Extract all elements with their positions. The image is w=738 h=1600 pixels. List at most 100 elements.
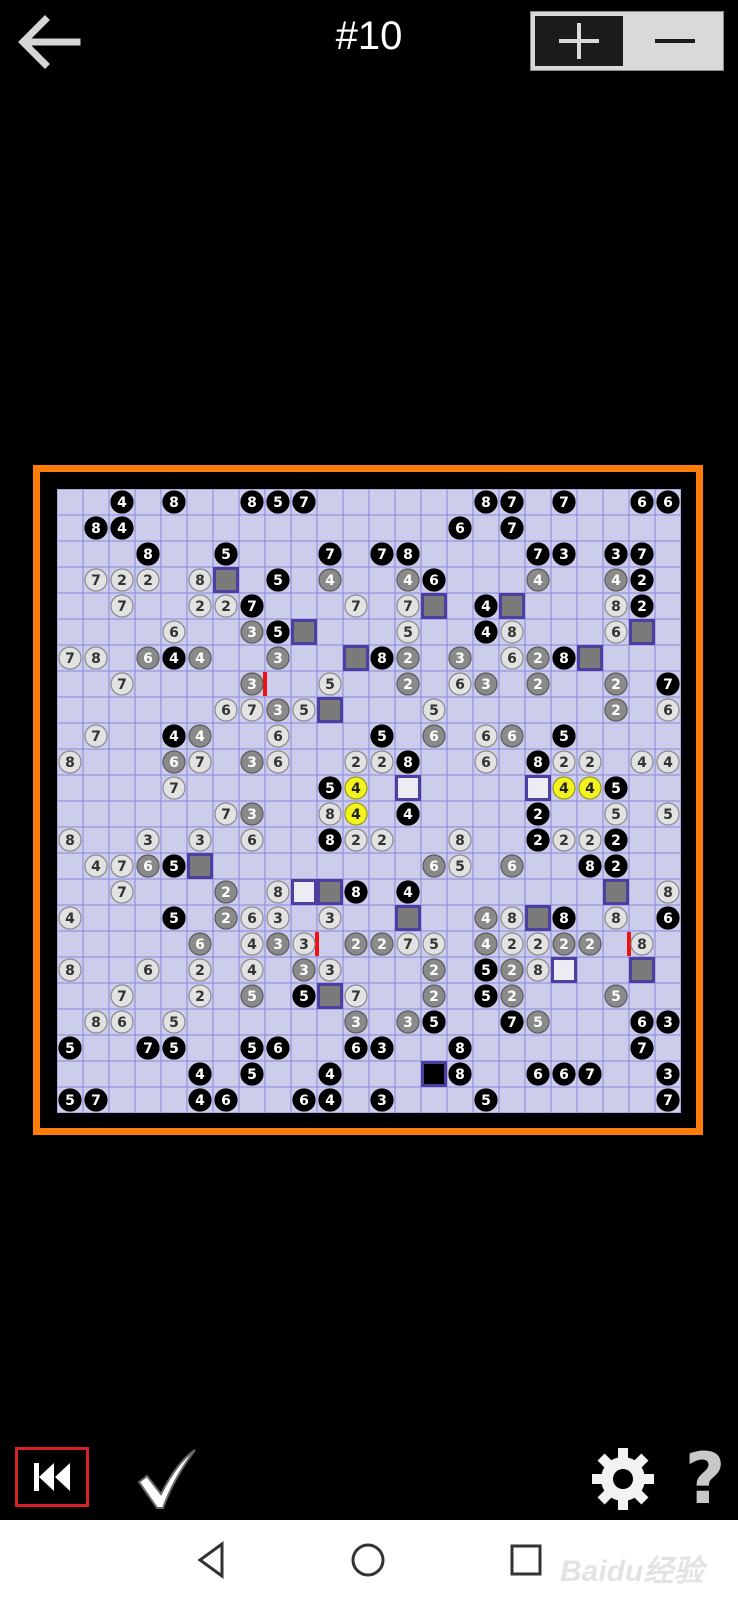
cell-number: 8 (65, 963, 75, 979)
cell-number: 4 (247, 937, 257, 953)
cell-number: 2 (507, 937, 517, 953)
cell-number: 6 (351, 1041, 361, 1057)
wall-block (343, 645, 369, 671)
cell-number: 7 (507, 1015, 517, 1031)
help-button[interactable]: ? (680, 1440, 730, 1518)
cell-number: 8 (611, 911, 621, 927)
cell-number: 3 (325, 911, 335, 927)
cell-number: 4 (195, 1067, 205, 1083)
rewind-button[interactable] (15, 1447, 89, 1507)
cell-number: 8 (455, 1041, 465, 1057)
cell-number: 5 (455, 859, 465, 875)
cell-number: 6 (169, 755, 179, 771)
cell-number: 5 (481, 989, 491, 1005)
cell-number: 2 (533, 833, 543, 849)
cell-number: 7 (663, 1093, 673, 1109)
zoom-in-button[interactable] (535, 16, 623, 66)
red-marker (315, 932, 319, 956)
cell-number: 8 (325, 807, 335, 823)
cell-number: 6 (195, 937, 205, 953)
cell-number: 7 (169, 781, 179, 797)
cell-number: 4 (351, 781, 361, 797)
board-grid[interactable]: 4 8 8 5 7 8 7 7 6 68 4 6 78 5 7 7 8 7 3 3 77 2 2 8 5 4 4 6 4 4 27 2 2 7 7 7… (57, 489, 681, 1113)
cell-number: 2 (611, 677, 621, 693)
system-nav-bar: Baidu经验 (0, 1520, 738, 1600)
cell-number: 6 (169, 625, 179, 641)
cell-number: 5 (273, 573, 283, 589)
cell-number: 6 (481, 755, 491, 771)
wall-block (629, 957, 655, 983)
cell-number: 3 (247, 807, 257, 823)
cell-number: 5 (611, 781, 621, 797)
cell-number: 4 (351, 807, 361, 823)
cell-number: 8 (611, 599, 621, 615)
wall-block (629, 619, 655, 645)
cell-number: 8 (65, 833, 75, 849)
cell-number: 8 (403, 547, 413, 563)
cell-number: 5 (325, 677, 335, 693)
wall-block (603, 879, 629, 905)
nav-back-button[interactable] (190, 1538, 234, 1582)
cell-number: 5 (611, 989, 621, 1005)
cell-number: 5 (169, 859, 179, 875)
cell-number: 7 (91, 1093, 101, 1109)
settings-button[interactable] (590, 1446, 656, 1512)
cell-number: 6 (273, 755, 283, 771)
cell-number: 8 (247, 495, 257, 511)
wall-block (317, 697, 343, 723)
zoom-out-button[interactable] (629, 16, 721, 66)
cell-number: 5 (481, 1093, 491, 1109)
cell-number: 6 (247, 911, 257, 927)
cell-number: 4 (195, 1093, 205, 1109)
cell-number: 6 (533, 1067, 543, 1083)
cell-number: 8 (533, 755, 543, 771)
nav-home-button[interactable] (346, 1538, 390, 1582)
cell-number: 4 (611, 573, 621, 589)
cell-number: 3 (351, 1015, 361, 1031)
cell-number: 5 (429, 937, 439, 953)
cell-number: 8 (351, 885, 361, 901)
cell-number: 6 (221, 703, 231, 719)
cell-number: 2 (533, 651, 543, 667)
watermark: Baidu经验 (560, 1555, 704, 1588)
cell-number: 7 (195, 755, 205, 771)
cell-number: 7 (637, 1041, 647, 1057)
cell-number: 3 (377, 1041, 387, 1057)
minus-icon (655, 39, 695, 43)
cell-number: 7 (585, 1067, 595, 1083)
cell-number: 5 (325, 781, 335, 797)
cell-number: 6 (273, 729, 283, 745)
cell-number: 2 (377, 755, 387, 771)
top-bar: #10 (0, 0, 738, 90)
cell-number: 8 (663, 885, 673, 901)
cell-number: 2 (429, 989, 439, 1005)
cell-number: 7 (117, 989, 127, 1005)
cell-number: 4 (247, 963, 257, 979)
cell-number: 7 (247, 703, 257, 719)
cell-number: 6 (299, 1093, 309, 1109)
check-button[interactable] (133, 1444, 203, 1514)
cell-number: 4 (403, 885, 413, 901)
cell-number: 2 (403, 651, 413, 667)
cell-number: 4 (481, 625, 491, 641)
wall-block (213, 567, 239, 593)
cell-number: 7 (403, 937, 413, 953)
cell-number: 7 (637, 547, 647, 563)
square-recent-icon (510, 1544, 542, 1576)
zoom-controls (530, 11, 724, 71)
cell-number: 3 (325, 963, 335, 979)
cell-number: 3 (195, 833, 205, 849)
cell-number: 2 (377, 833, 387, 849)
puzzle-board[interactable]: 4885787766846785778733772285446442722777… (57, 489, 681, 1113)
cell-number: 7 (325, 547, 335, 563)
cell-number: 5 (247, 989, 257, 1005)
nav-recent-button[interactable] (504, 1538, 548, 1582)
cell-number: 6 (637, 495, 647, 511)
plus-icon (559, 23, 599, 59)
cell-number: 7 (507, 521, 517, 537)
cell-number: 6 (611, 625, 621, 641)
cell-number: 7 (91, 573, 101, 589)
cell-number: 7 (377, 547, 387, 563)
cell-number: 4 (663, 755, 673, 771)
cell-number: 7 (351, 989, 361, 1005)
